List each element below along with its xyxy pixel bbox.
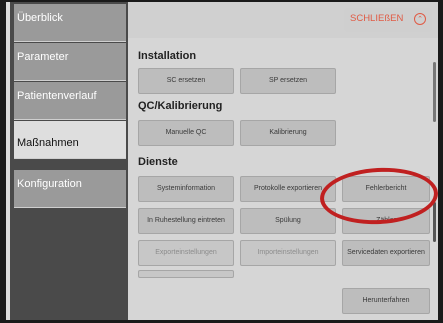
- importeinstellungen-button[interactable]: Importeinstellungen: [240, 240, 336, 266]
- herunterfahren-button[interactable]: Herunterfahren: [342, 288, 430, 314]
- sidebar: Überblick Parameter Patientenverlauf Maß…: [10, 2, 128, 320]
- scrollbar[interactable]: [433, 62, 436, 122]
- kalibrierung-button[interactable]: Kalibrierung: [240, 120, 336, 146]
- sp-ersetzen-button[interactable]: SP ersetzen: [240, 68, 336, 94]
- section-title-qc-kalibrierung: QC/Kalibrierung: [138, 100, 223, 112]
- partial-button[interactable]: [138, 270, 234, 278]
- in-ruhestellung-eintreten-button[interactable]: In Ruhestellung eintreten: [138, 208, 234, 234]
- section-title-dienste: Dienste: [138, 156, 178, 168]
- sidebar-item-parameter[interactable]: Parameter: [14, 43, 126, 81]
- manuelle-qc-button[interactable]: Manuelle QC: [138, 120, 234, 146]
- sidebar-item-ueberblick[interactable]: Überblick: [14, 4, 126, 42]
- exporteinstellungen-button[interactable]: Exporteinstellungen: [138, 240, 234, 266]
- main-content: SCHLIEßEN ⌃ Installation SC ersetzen SP …: [128, 2, 438, 320]
- systeminformation-button[interactable]: Systeminformation: [138, 176, 234, 202]
- sidebar-item-patientenverlauf[interactable]: Patientenverlauf: [14, 82, 126, 120]
- chevron-up-icon: ⌃: [414, 13, 426, 25]
- close-button[interactable]: SCHLIEßEN ⌃: [344, 8, 432, 32]
- sidebar-item-massnahmen[interactable]: Maßnahmen: [14, 121, 126, 159]
- spuelung-button[interactable]: Spülung: [240, 208, 336, 234]
- servicedaten-exportieren-button[interactable]: Servicedaten exportieren: [342, 240, 430, 266]
- device-screen: Überblick Parameter Patientenverlauf Maß…: [6, 2, 438, 320]
- sc-ersetzen-button[interactable]: SC ersetzen: [138, 68, 234, 94]
- scrollbar-lower[interactable]: [433, 202, 436, 242]
- sidebar-item-konfiguration[interactable]: Konfiguration: [14, 170, 126, 208]
- close-label: SCHLIEßEN: [350, 13, 404, 24]
- section-title-installation: Installation: [138, 50, 197, 62]
